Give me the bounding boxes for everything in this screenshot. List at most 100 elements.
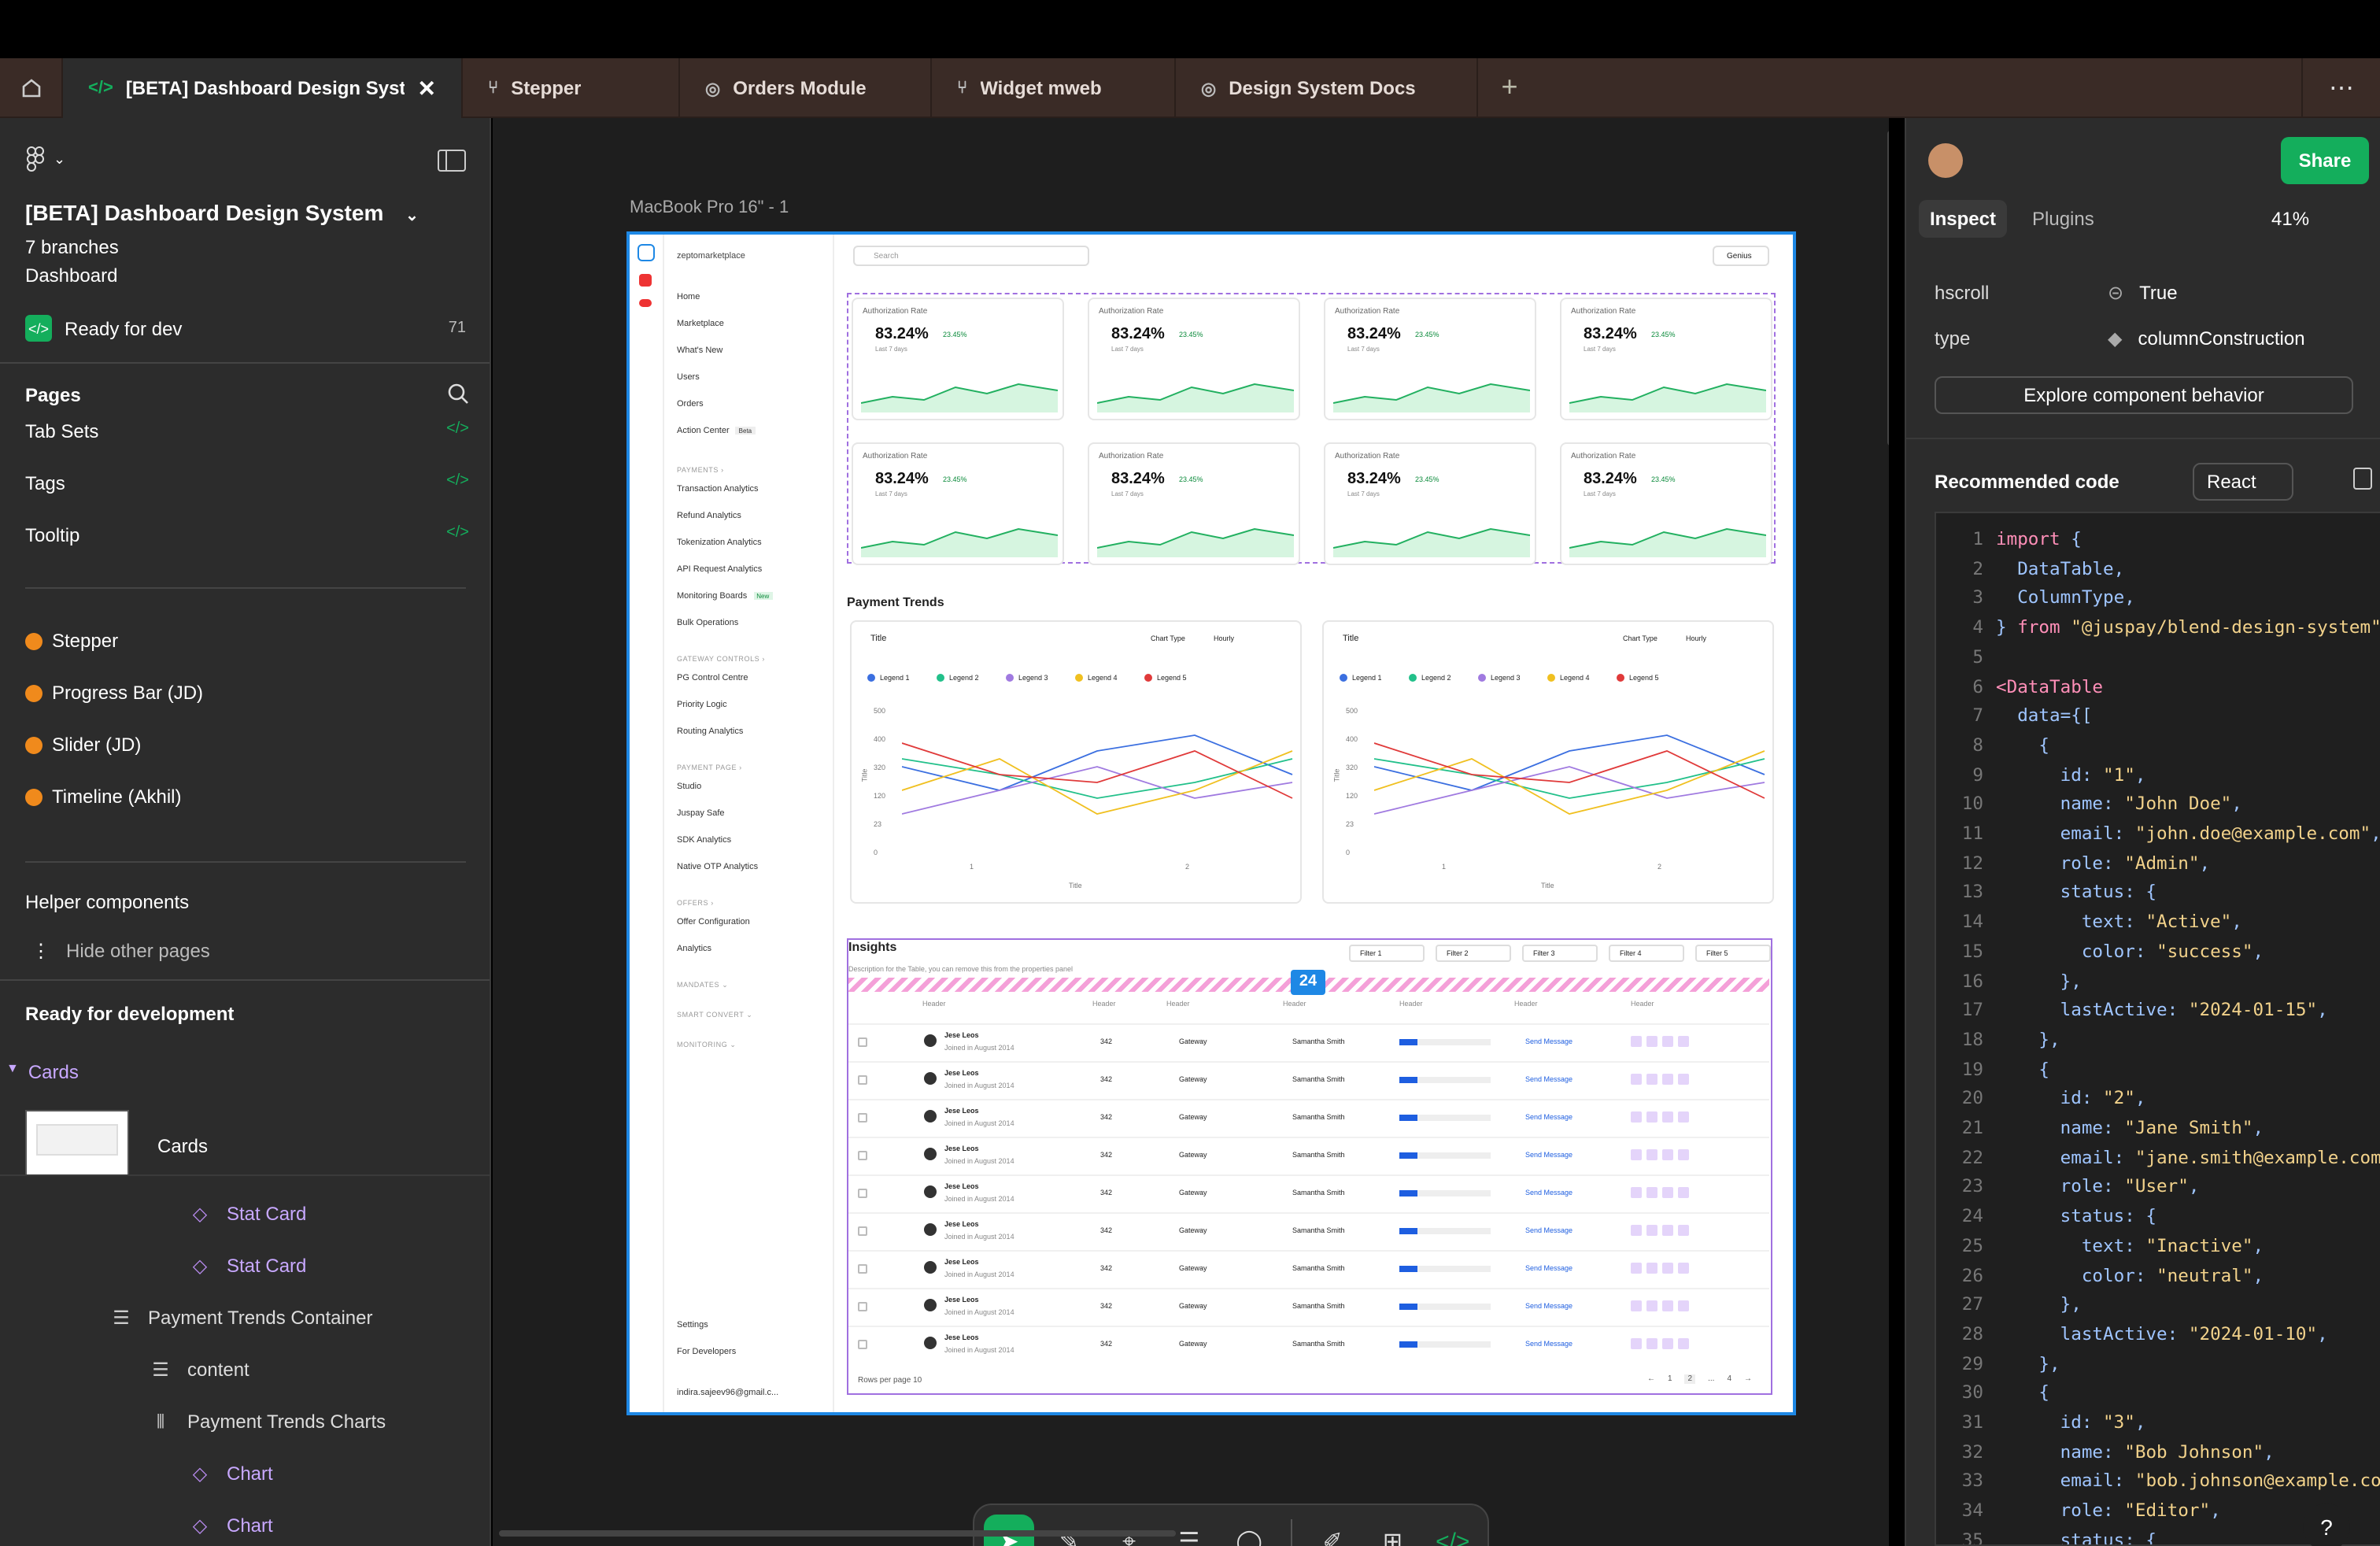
page-number[interactable]: 4 — [1727, 1374, 1731, 1384]
share-button[interactable]: Share — [2281, 137, 2369, 184]
horizontal-scrollbar[interactable] — [499, 1530, 1176, 1537]
gateway-select[interactable]: Gateway — [1179, 1264, 1207, 1272]
page-number[interactable]: 1 — [1668, 1374, 1672, 1384]
table-row[interactable]: Jese Leos Joined in August 2014 342 Gateway… — [848, 1212, 1769, 1250]
cards-thumbnail[interactable] — [25, 1110, 129, 1176]
table-row[interactable]: Jese Leos Joined in August 2014 342 Gateway… — [848, 1137, 1769, 1174]
page-item[interactable]: Tags </> — [25, 472, 469, 494]
stat-card[interactable]: Authorization Rate 83.24% 23.45% Last 7 day… — [1088, 442, 1300, 565]
copy-icon[interactable] — [2353, 468, 2372, 490]
line-chart[interactable]: Title Chart Type Hourly Legend 1 Legend 2 Leg… — [850, 620, 1302, 904]
send-message-link[interactable]: Send Message — [1525, 1340, 1572, 1348]
filter-dropdown[interactable]: Filter 4 — [1609, 945, 1684, 962]
more-icon[interactable]: ⋯ — [2301, 58, 2380, 118]
nav-item[interactable]: Refund Analytics — [677, 512, 741, 521]
comment-tool-icon[interactable]: ◯ — [1224, 1515, 1274, 1546]
send-message-link[interactable]: Send Message — [1525, 1264, 1572, 1272]
stat-card[interactable]: Authorization Rate 83.24% 23.45% Last 7 day… — [1560, 298, 1772, 420]
nav-item[interactable]: PG Control Centre — [677, 674, 748, 683]
layer-item[interactable]: ☰ content — [0, 1344, 490, 1395]
row-checkbox[interactable] — [858, 1226, 867, 1236]
row-checkbox[interactable] — [858, 1302, 867, 1311]
nav-item[interactable]: SDK Analytics — [677, 836, 731, 845]
zoom-level[interactable]: 41% — [2271, 208, 2309, 230]
page-item[interactable]: Slider (JD) — [25, 734, 141, 756]
home-tab[interactable] — [0, 58, 63, 118]
rows-per-page-select[interactable]: 10 — [913, 1376, 922, 1385]
genius-button[interactable]: Genius — [1713, 246, 1769, 266]
interval-select[interactable]: Hourly — [1686, 634, 1706, 642]
row-checkbox[interactable] — [858, 1075, 867, 1085]
layer-item[interactable]: ☰ Payment Trends Container — [0, 1293, 490, 1343]
nav-item[interactable]: Analytics — [677, 945, 711, 954]
nav-item[interactable]: Bulk Operations — [677, 619, 738, 628]
tab-inspect[interactable]: Inspect — [1919, 200, 2007, 238]
layer-item[interactable]: ◇ Stat Card — [0, 1241, 490, 1291]
layer-item[interactable]: ◇ Stat Card — [0, 1189, 490, 1239]
column-header[interactable]: Header — [1283, 1000, 1306, 1008]
nav-item[interactable]: For Developers — [677, 1348, 736, 1357]
nav-item[interactable]: Orders — [677, 400, 704, 409]
nav-item[interactable]: Tokenization Analytics — [677, 538, 762, 548]
user-menu[interactable]: indira.sajeev96@gmail.c... — [677, 1389, 778, 1398]
property-value[interactable]: True — [2139, 282, 2177, 304]
row-checkbox[interactable] — [858, 1264, 867, 1274]
next-page-icon[interactable]: → — [1744, 1374, 1752, 1384]
helper-components-page[interactable]: Helper components — [25, 891, 189, 913]
nav-item[interactable]: Transaction Analytics — [677, 485, 759, 494]
interval-select[interactable]: Hourly — [1214, 634, 1234, 642]
stat-card[interactable]: Authorization Rate 83.24% 23.45% Last 7 day… — [1560, 442, 1772, 565]
row-checkbox[interactable] — [858, 1340, 867, 1349]
page-item[interactable]: Stepper — [25, 630, 118, 652]
nav-section-heading[interactable]: PAYMENTS › — [677, 466, 724, 474]
page-number[interactable]: ... — [1708, 1374, 1714, 1384]
gateway-select[interactable]: Gateway — [1179, 1340, 1207, 1348]
search-icon[interactable] — [447, 383, 469, 405]
property-value[interactable]: columnConstruction — [2138, 327, 2304, 350]
nav-item[interactable]: Users — [677, 373, 700, 383]
nav-section-heading[interactable]: MONITORING ⌄ — [677, 1041, 737, 1050]
tab-plugins[interactable]: Plugins — [2032, 208, 2094, 230]
hide-other-pages-button[interactable]: ⋮ Hide other pages — [25, 940, 210, 962]
nav-item[interactable]: Offer Configuration — [677, 918, 750, 927]
canvas[interactable]: MacBook Pro 16" - 1 zeptomarketplace Hom… — [493, 118, 1889, 1546]
main-menu-button[interactable]: ⌄ — [25, 146, 65, 172]
row-checkbox[interactable] — [858, 1151, 867, 1160]
search-input[interactable]: Search — [853, 246, 1089, 266]
table-row[interactable]: Jese Leos Joined in August 2014 342 Gateway… — [848, 1174, 1769, 1212]
tab-2[interactable]: ◎ Orders Module — [680, 58, 932, 118]
filter-dropdown[interactable]: Filter 5 — [1695, 945, 1771, 962]
gateway-select[interactable]: Gateway — [1179, 1302, 1207, 1310]
team-label[interactable]: Dashboard — [25, 264, 117, 287]
vertical-scrollbar[interactable] — [1887, 131, 1889, 446]
send-message-link[interactable]: Send Message — [1525, 1113, 1572, 1121]
page-item[interactable]: Tooltip </> — [25, 524, 469, 546]
row-checkbox[interactable] — [858, 1113, 867, 1123]
prev-page-icon[interactable]: ← — [1647, 1374, 1655, 1384]
stat-card[interactable]: Authorization Rate 83.24% 23.45% Last 7 day… — [852, 298, 1064, 420]
column-header[interactable]: Header — [1631, 1000, 1654, 1008]
filter-dropdown[interactable]: Filter 2 — [1436, 945, 1511, 962]
nav-item[interactable]: Juspay Safe — [677, 809, 725, 819]
new-tab-button[interactable]: + — [1478, 58, 1541, 117]
send-message-link[interactable]: Send Message — [1525, 1151, 1572, 1159]
toggle-sidebar-icon[interactable] — [438, 150, 466, 172]
gateway-select[interactable]: Gateway — [1179, 1037, 1207, 1045]
line-chart[interactable]: Title Chart Type Hourly Legend 1 Legend 2 Leg… — [1322, 620, 1774, 904]
filter-dropdown[interactable]: Filter 1 — [1349, 945, 1425, 962]
ready-for-dev-link[interactable]: </> Ready for dev 71 — [25, 315, 466, 342]
nav-item[interactable]: Home — [677, 293, 700, 302]
send-message-link[interactable]: Send Message — [1525, 1075, 1572, 1083]
nav-item[interactable]: Monitoring Boards New — [677, 592, 773, 601]
draw-mode-icon[interactable]: ✐ — [1307, 1515, 1358, 1546]
workspace-switcher[interactable]: zeptomarketplace — [677, 252, 745, 261]
table-row[interactable]: Jese Leos Joined in August 2014 342 Gateway… — [848, 1326, 1769, 1363]
project-title[interactable]: [BETA] Dashboard Design System ⌄ — [25, 200, 419, 225]
chart-type-select[interactable]: Chart Type — [1623, 634, 1658, 642]
table-row[interactable]: Jese Leos Joined in August 2014 342 Gateway… — [848, 1023, 1769, 1061]
layer-item[interactable]: ⫴ Payment Trends Charts — [0, 1396, 490, 1447]
nav-item[interactable]: Native OTP Analytics — [677, 863, 758, 872]
design-mode-icon[interactable]: ⊞ — [1367, 1515, 1417, 1546]
close-icon[interactable]: ✕ — [418, 75, 436, 102]
gateway-select[interactable]: Gateway — [1179, 1151, 1207, 1159]
